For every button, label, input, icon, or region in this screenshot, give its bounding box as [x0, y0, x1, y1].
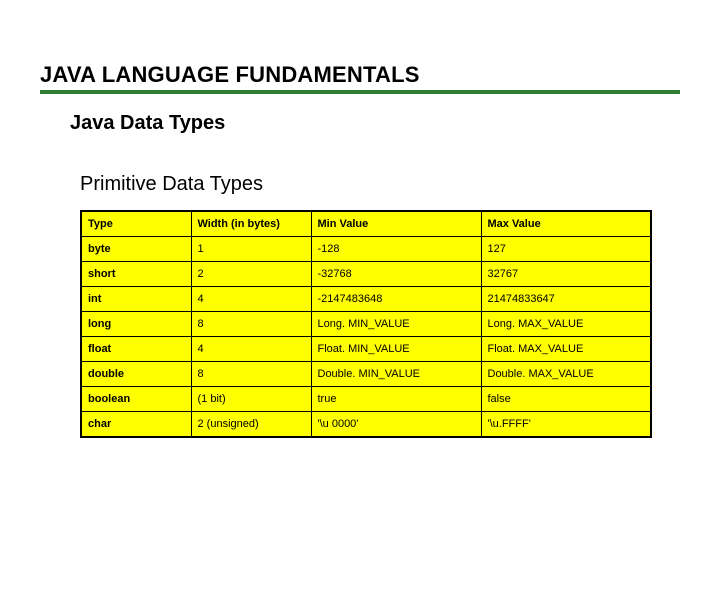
cell-max: Long. MAX_VALUE	[481, 312, 651, 337]
cell-width: 8	[191, 312, 311, 337]
cell-max: '\u.FFFF'	[481, 412, 651, 438]
cell-type: int	[81, 287, 191, 312]
cell-min: Float. MIN_VALUE	[311, 337, 481, 362]
table-row: boolean (1 bit) true false	[81, 387, 651, 412]
cell-min: '\u 0000'	[311, 412, 481, 438]
data-types-table-wrap: Type Width (in bytes) Min Value Max Valu…	[80, 210, 650, 438]
cell-max: Float. MAX_VALUE	[481, 337, 651, 362]
cell-width: (1 bit)	[191, 387, 311, 412]
table-row: float 4 Float. MIN_VALUE Float. MAX_VALU…	[81, 337, 651, 362]
col-header-width: Width (in bytes)	[191, 211, 311, 237]
table-header-row: Type Width (in bytes) Min Value Max Valu…	[81, 211, 651, 237]
cell-width: 4	[191, 337, 311, 362]
cell-width: 8	[191, 362, 311, 387]
cell-width: 1	[191, 237, 311, 262]
page-title: JAVA LANGUAGE FUNDAMENTALS	[40, 62, 680, 88]
cell-min: Long. MIN_VALUE	[311, 312, 481, 337]
cell-type: float	[81, 337, 191, 362]
col-header-max: Max Value	[481, 211, 651, 237]
cell-type: byte	[81, 237, 191, 262]
cell-min: true	[311, 387, 481, 412]
cell-max: 21474833647	[481, 287, 651, 312]
cell-max: 127	[481, 237, 651, 262]
cell-type: long	[81, 312, 191, 337]
cell-type: boolean	[81, 387, 191, 412]
table-row: int 4 -2147483648 21474833647	[81, 287, 651, 312]
data-types-table: Type Width (in bytes) Min Value Max Valu…	[80, 210, 652, 438]
cell-min: Double. MIN_VALUE	[311, 362, 481, 387]
section-heading: Primitive Data Types	[80, 173, 720, 196]
title-block: JAVA LANGUAGE FUNDAMENTALS	[40, 62, 680, 94]
cell-width: 2 (unsigned)	[191, 412, 311, 438]
table-row: short 2 -32768 32767	[81, 262, 651, 287]
table-row: char 2 (unsigned) '\u 0000' '\u.FFFF'	[81, 412, 651, 438]
cell-max: Double. MAX_VALUE	[481, 362, 651, 387]
cell-max: 32767	[481, 262, 651, 287]
table-row: byte 1 -128 127	[81, 237, 651, 262]
subtitle: Java Data Types	[70, 112, 720, 135]
cell-min: -32768	[311, 262, 481, 287]
slide: JAVA LANGUAGE FUNDAMENTALS Java Data Typ…	[0, 62, 720, 602]
cell-max: false	[481, 387, 651, 412]
col-header-min: Min Value	[311, 211, 481, 237]
cell-type: double	[81, 362, 191, 387]
cell-min: -128	[311, 237, 481, 262]
col-header-type: Type	[81, 211, 191, 237]
table-row: double 8 Double. MIN_VALUE Double. MAX_V…	[81, 362, 651, 387]
cell-type: short	[81, 262, 191, 287]
cell-type: char	[81, 412, 191, 438]
table-row: long 8 Long. MIN_VALUE Long. MAX_VALUE	[81, 312, 651, 337]
cell-width: 2	[191, 262, 311, 287]
cell-min: -2147483648	[311, 287, 481, 312]
cell-width: 4	[191, 287, 311, 312]
